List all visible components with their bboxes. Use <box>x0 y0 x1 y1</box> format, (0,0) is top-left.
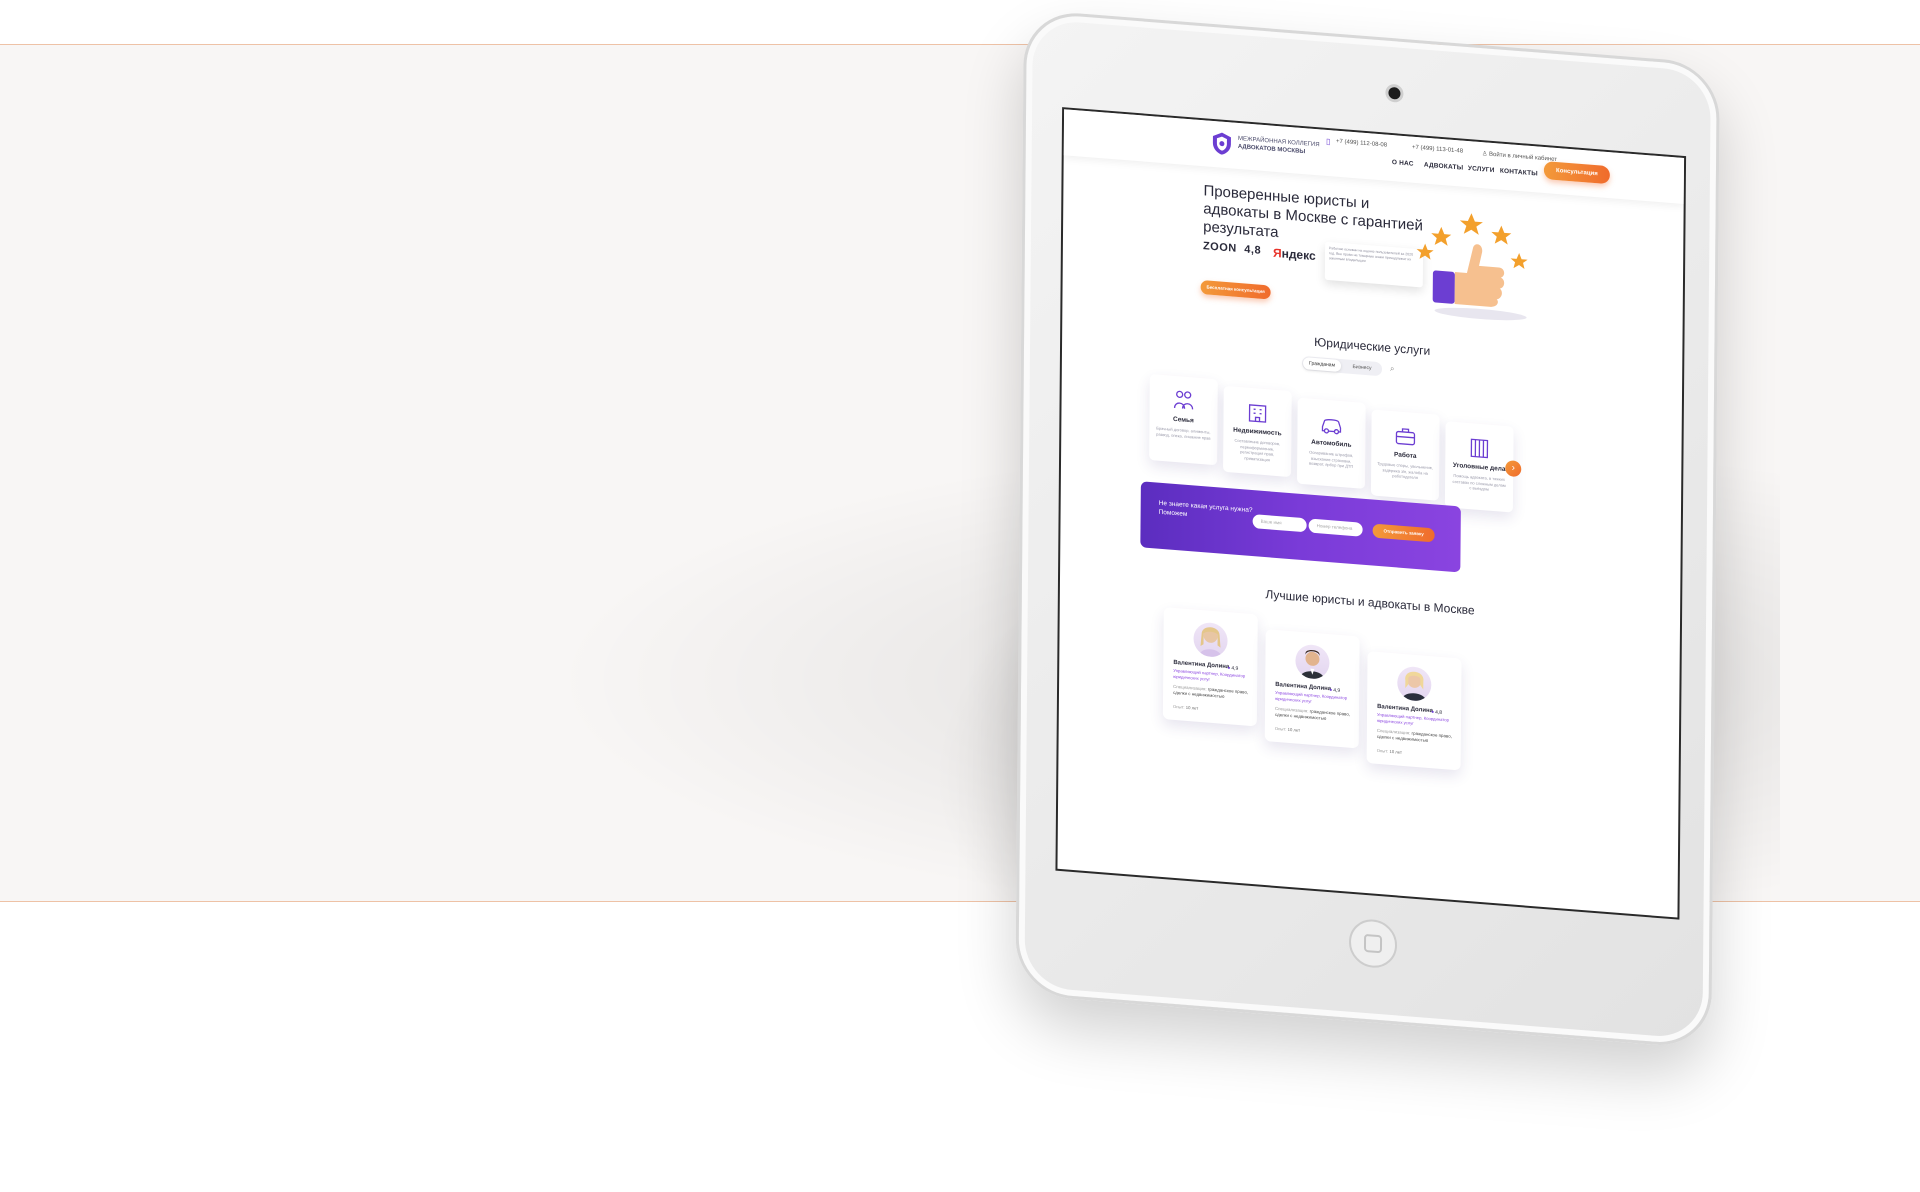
exp-value: 10 лет <box>1185 704 1199 711</box>
exp-label: Опыт: <box>1274 725 1287 732</box>
lawyer-spec: Специализация: гражданское право, сделки… <box>1377 728 1453 746</box>
lawyer-rating: 4,9 <box>1329 687 1340 694</box>
lawyer-rating: 4,8 <box>1431 709 1442 716</box>
tablet-mockup: МЕЖРАЙОННАЯ КОЛЛЕГИЯ АДВОКАТОВ МОСКВЫ ▯ … <box>1010 2 1730 1050</box>
tablet-frame: МЕЖРАЙОННАЯ КОЛЛЕГИЯ АДВОКАТОВ МОСКВЫ ▯ … <box>1015 9 1720 1050</box>
consult-button[interactable]: Консультация <box>1543 161 1610 185</box>
exp-value: 10 лет <box>1389 748 1402 755</box>
card-title: Автомобиль <box>1311 438 1352 449</box>
lawyer-card[interactable]: Валентина Долина 4,9 Управляющий партнер… <box>1264 629 1360 749</box>
service-card-work[interactable]: Работа Трудовые споры, увольнение, задер… <box>1370 409 1440 501</box>
camera-icon <box>1388 86 1401 100</box>
thumbs-up-stars-illustration <box>1416 213 1528 321</box>
chevron-right-icon: › <box>1511 462 1515 474</box>
logo-text: МЕЖРАЙОННАЯ КОЛЛЕГИЯ АДВОКАТОВ МОСКВЫ <box>1238 135 1328 158</box>
yandex-logo: Яндекс <box>1273 246 1316 263</box>
send-request-button[interactable]: Отправить заявку <box>1372 523 1435 543</box>
login-link[interactable]: ♙ Войти в личный кабинет <box>1482 150 1557 163</box>
yandex-logo-first: Я <box>1272 245 1282 261</box>
tablet-device: МЕЖРАЙОННАЯ КОЛЛЕГИЯ АДВОКАТОВ МОСКВЫ ▯ … <box>1001 2 1730 1068</box>
tab-business[interactable]: Бизнесу <box>1343 360 1381 375</box>
zoon-logo: ZOON <box>1202 240 1237 255</box>
lawyer-rating: 4,9 <box>1227 665 1238 672</box>
yandex-logo-rest: ндекс <box>1281 246 1316 264</box>
site-header: МЕЖРАЙОННАЯ КОЛЛЕГИЯ АДВОКАТОВ МОСКВЫ ▯ … <box>1063 109 1685 204</box>
lawyer-exp: Опыт: 10 лет <box>1275 726 1300 733</box>
website-screen: МЕЖРАЙОННАЯ КОЛЛЕГИЯ АДВОКАТОВ МОСКВЫ ▯ … <box>1055 107 1687 920</box>
audience-tabs: Гражданам Бизнесу <box>1301 355 1383 377</box>
nav-services[interactable]: УСЛУГИ <box>1468 165 1495 174</box>
user-icon: ♙ <box>1481 151 1488 158</box>
exp-value: 10 лет <box>1287 726 1301 733</box>
nav-contacts[interactable]: КОНТАКТЫ <box>1500 168 1538 178</box>
family-icon <box>1173 390 1194 410</box>
nav-about[interactable]: О НАС <box>1392 159 1414 168</box>
lawyer-card[interactable]: Валентина Долина 4,9 Управляющий партнер… <box>1162 607 1258 727</box>
service-card-family[interactable]: Семья Брачный договор, алименты, развод,… <box>1149 374 1218 466</box>
phone-1[interactable]: +7 (499) 112-08-08 <box>1336 139 1387 149</box>
prison-icon <box>1470 438 1489 459</box>
hero-note: Работаю основан на оценке пользователей … <box>1324 241 1424 288</box>
lawyer-spec: Специализация: гражданское право, сделки… <box>1173 684 1249 702</box>
exp-label: Опыт: <box>1376 747 1389 754</box>
card-desc: Трудовые споры, увольнение, задержка з/п… <box>1377 460 1434 481</box>
card-title: Недвижимость <box>1233 426 1282 438</box>
avatar <box>1295 643 1330 681</box>
service-card-car[interactable]: Автомобиль Оспаривание штрафов, взыскани… <box>1296 397 1366 489</box>
search-icon[interactable]: ⌕ <box>1390 364 1395 374</box>
card-desc: Брачный договор, алименты, развод, опека… <box>1156 425 1211 441</box>
lawyers-title: Лучшие юристы и адвокаты в Москве <box>1265 587 1475 618</box>
name-input[interactable]: Ваше имя <box>1252 514 1307 533</box>
free-consult-button[interactable]: Бесплатная консультация <box>1200 280 1271 300</box>
lawyer-exp: Опыт: 10 лет <box>1173 704 1198 711</box>
tab-citizens[interactable]: Гражданам <box>1302 357 1342 373</box>
zoon-rating: ZOON 4,8 <box>1203 240 1261 257</box>
card-title: Работа <box>1394 451 1417 460</box>
building-icon <box>1248 404 1267 423</box>
zoon-rating-value: 4,8 <box>1244 243 1262 257</box>
service-card-realty[interactable]: Недвижимость Составление договоров, пере… <box>1223 385 1292 478</box>
lawyer-spec: Специализация: гражданское право, сделки… <box>1275 706 1351 724</box>
lawyer-exp: Опыт: 10 лет <box>1377 748 1402 755</box>
exp-label: Опыт: <box>1172 703 1185 710</box>
avatar <box>1193 621 1228 659</box>
service-card-criminal[interactable]: Уголовные дела Помощь адвоката, в тяжких… <box>1444 421 1514 513</box>
phone-2[interactable]: +7 (499) 113-01-48 <box>1412 145 1463 155</box>
card-desc: Оспаривание штрафов, взыскание страховки… <box>1309 449 1354 470</box>
card-desc: Помощь адвоката, в тяжких составах по сл… <box>1452 472 1506 492</box>
carousel-next-button[interactable]: › <box>1505 459 1522 478</box>
shield-logo-icon <box>1212 132 1231 155</box>
card-desc: Составление договоров, переоформление, р… <box>1234 437 1281 462</box>
lawyer-card[interactable]: Валентина Долина 4,8 Управляющий партнер… <box>1366 651 1462 771</box>
home-button[interactable] <box>1348 917 1398 970</box>
phone-icon: ▯ <box>1325 136 1331 147</box>
car-icon <box>1321 419 1342 435</box>
avatar <box>1397 665 1432 703</box>
card-title: Уголовные дела <box>1452 461 1506 473</box>
card-title: Семья <box>1173 415 1194 425</box>
nav-lawyers[interactable]: АДВОКАТЫ <box>1424 162 1463 172</box>
login-label: Войти в личный кабинет <box>1489 151 1558 164</box>
phone-input[interactable]: Номер телефона <box>1308 518 1363 537</box>
briefcase-icon <box>1395 428 1416 446</box>
